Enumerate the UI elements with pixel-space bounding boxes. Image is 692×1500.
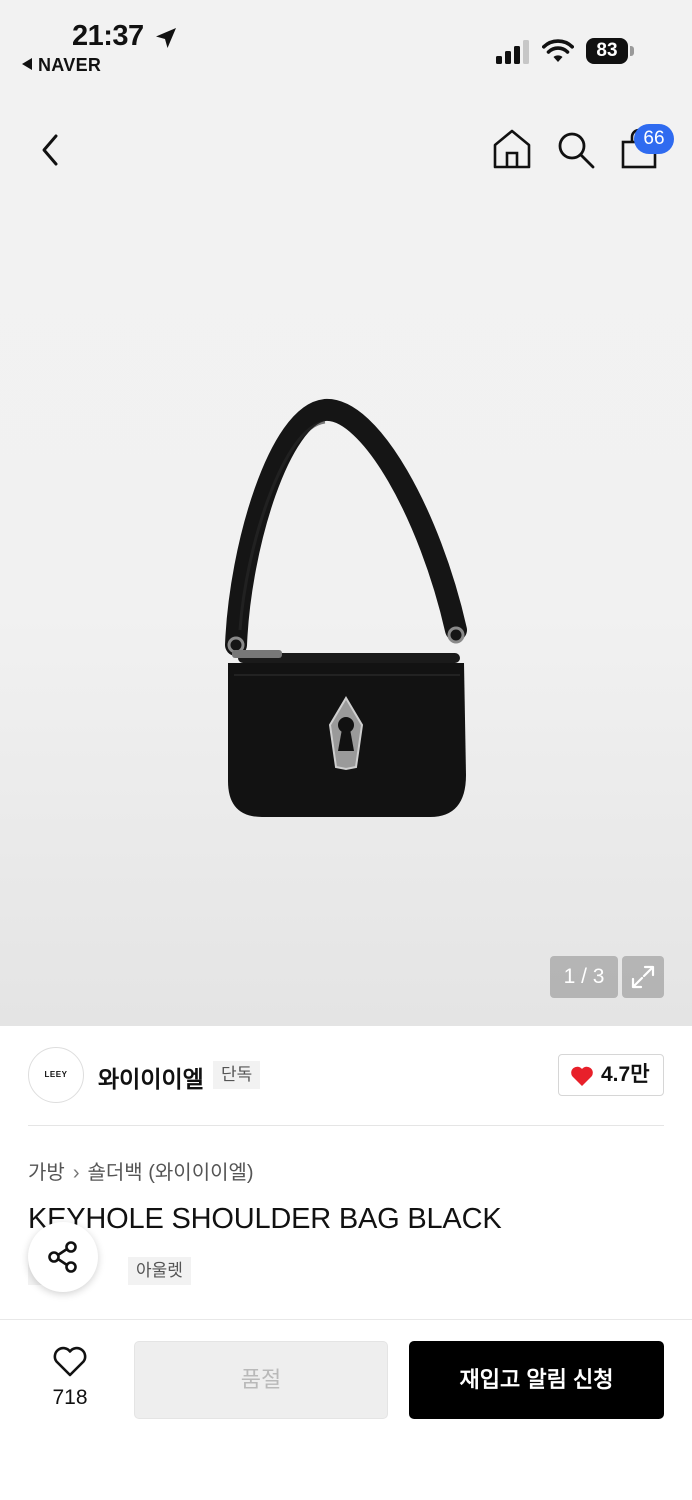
back-to-app-link[interactable]: NAVER (22, 55, 101, 76)
product-title: KEYHOLE SHOULDER BAG BLACK (28, 1203, 502, 1235)
product-tag: 아울렛 (128, 1257, 191, 1285)
heart-outline-icon (53, 1346, 87, 1377)
wishlist-count: 718 (52, 1386, 88, 1409)
restock-alert-button[interactable]: 재입고 알림 신청 (409, 1341, 664, 1419)
breadcrumb: 가방 › 숄더백 (와이이이엘) (28, 1156, 254, 1185)
image-pager: 1 / 3 (550, 956, 618, 998)
brand-name[interactable]: 와이이이엘 (98, 1060, 204, 1094)
cart-count-badge: 66 (634, 124, 674, 154)
share-button[interactable] (28, 1222, 98, 1292)
share-icon (48, 1241, 77, 1273)
search-icon[interactable] (556, 130, 596, 170)
battery-tip (630, 46, 634, 56)
breadcrumb-subcategory[interactable]: 숄더백 (와이이이엘) (87, 1162, 253, 1184)
expand-image-button[interactable] (622, 956, 664, 998)
sold-out-button: 품절 (134, 1341, 388, 1419)
battery-indicator: 83 (586, 38, 634, 64)
cellular-signal-icon (496, 40, 529, 64)
product-photo[interactable] (210, 395, 482, 825)
back-app-label: NAVER (38, 55, 102, 75)
brand-exclusive-tag: 단독 (213, 1061, 261, 1089)
brand-like-button[interactable]: 4.7만 (558, 1054, 664, 1096)
section-divider (28, 1125, 664, 1126)
wishlist-button[interactable]: 718 (40, 1344, 100, 1414)
status-time: 21:37 (72, 20, 144, 52)
breadcrumb-category[interactable]: 가방 (28, 1162, 65, 1184)
battery-level: 83 (596, 40, 618, 61)
wifi-icon (542, 39, 574, 62)
chevron-right-icon: › (72, 1162, 80, 1184)
back-chevron-icon[interactable] (34, 130, 66, 170)
expand-icon (631, 965, 655, 989)
back-triangle-icon (22, 58, 32, 70)
heart-filled-icon (571, 1066, 593, 1086)
brand-like-count: 4.7만 (601, 1063, 650, 1086)
location-arrow-icon (156, 28, 176, 48)
home-icon[interactable] (492, 128, 532, 170)
brand-logo[interactable]: LEEY (28, 1047, 84, 1103)
